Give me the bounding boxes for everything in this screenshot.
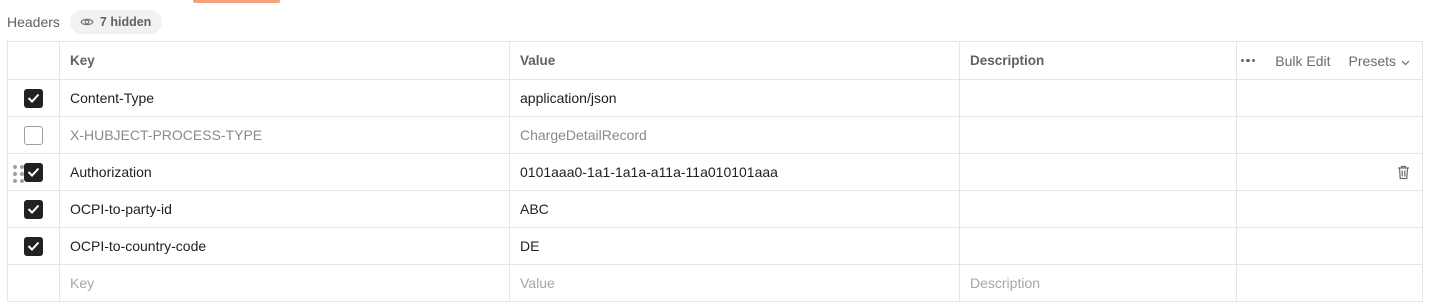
new-header-row: Key Value Description [8, 264, 1422, 301]
checkmark-icon [27, 167, 40, 177]
headers-table: Key Value Description Bulk Edit Presets … [7, 41, 1423, 302]
more-horizontal-icon[interactable] [1240, 58, 1256, 63]
value-field[interactable]: ChargeDetailRecord [509, 117, 959, 153]
row-actions [1236, 265, 1422, 301]
section-title: Headers [7, 14, 60, 30]
table-row: OCPI-to-country-code DE [8, 227, 1422, 264]
new-key-input[interactable]: Key [59, 265, 509, 301]
column-header-description: Description [959, 42, 1236, 79]
enable-checkbox[interactable] [24, 236, 43, 256]
trash-icon[interactable] [1397, 165, 1410, 180]
table-row: OCPI-to-party-id ABC [8, 190, 1422, 227]
column-header-value: Value [509, 42, 959, 79]
table-row: X-HUBJECT-PROCESS-TYPE ChargeDetailRecor… [8, 116, 1422, 153]
value-field[interactable]: DE [509, 228, 959, 264]
description-field[interactable] [959, 80, 1236, 116]
description-field[interactable] [959, 117, 1236, 153]
row-check-cell [8, 80, 59, 116]
enable-checkbox[interactable] [24, 88, 43, 108]
value-field[interactable]: ABC [509, 191, 959, 227]
row-check-cell [8, 265, 59, 301]
column-header-key: Key [59, 42, 509, 79]
row-check-cell [8, 117, 59, 153]
hidden-headers-toggle[interactable]: 7 hidden [69, 10, 163, 34]
header-check-cell [8, 42, 59, 79]
eye-icon [80, 17, 94, 27]
enable-checkbox[interactable] [24, 125, 43, 145]
value-field[interactable]: 0101aaa0-1a1-1a1a-a11a-11a010101aaa [509, 154, 959, 190]
description-field[interactable] [959, 191, 1236, 227]
checkmark-icon [27, 241, 40, 251]
key-field[interactable]: Content-Type [59, 80, 509, 116]
value-field[interactable]: application/json [509, 80, 959, 116]
bulk-edit-button[interactable]: Bulk Edit [1275, 53, 1330, 69]
description-field[interactable] [959, 228, 1236, 264]
enable-checkbox[interactable] [24, 162, 43, 182]
table-header-row: Key Value Description Bulk Edit Presets [8, 42, 1422, 79]
key-field[interactable]: OCPI-to-party-id [59, 191, 509, 227]
table-row: Content-Type application/json [8, 79, 1422, 116]
active-tab-indicator [193, 0, 280, 3]
drag-handle-icon[interactable] [13, 165, 24, 183]
new-value-input[interactable]: Value [509, 265, 959, 301]
row-check-cell [8, 191, 59, 227]
row-check-cell [8, 228, 59, 264]
enable-checkbox[interactable] [24, 199, 43, 219]
checkmark-icon [27, 93, 40, 103]
new-description-input[interactable]: Description [959, 265, 1236, 301]
checkmark-icon [27, 204, 40, 214]
table-header-actions: Bulk Edit Presets [1236, 42, 1422, 79]
key-field[interactable]: X-HUBJECT-PROCESS-TYPE [59, 117, 509, 153]
row-actions [1236, 117, 1422, 153]
row-actions [1236, 191, 1422, 227]
row-actions [1236, 228, 1422, 264]
chevron-down-icon [1401, 53, 1410, 69]
row-actions [1236, 154, 1422, 190]
hidden-count: 7 hidden [99, 15, 152, 29]
row-check-cell [8, 154, 59, 190]
description-field[interactable] [959, 154, 1236, 190]
presets-label: Presets [1348, 52, 1396, 69]
key-field[interactable]: Authorization [59, 154, 509, 190]
table-row: Authorization 0101aaa0-1a1-1a1a-a11a-11a… [8, 153, 1422, 190]
row-actions [1236, 80, 1422, 116]
key-field[interactable]: OCPI-to-country-code [59, 228, 509, 264]
presets-dropdown[interactable]: Presets [1349, 53, 1410, 69]
headers-section-header: Headers 7 hidden [7, 10, 163, 34]
